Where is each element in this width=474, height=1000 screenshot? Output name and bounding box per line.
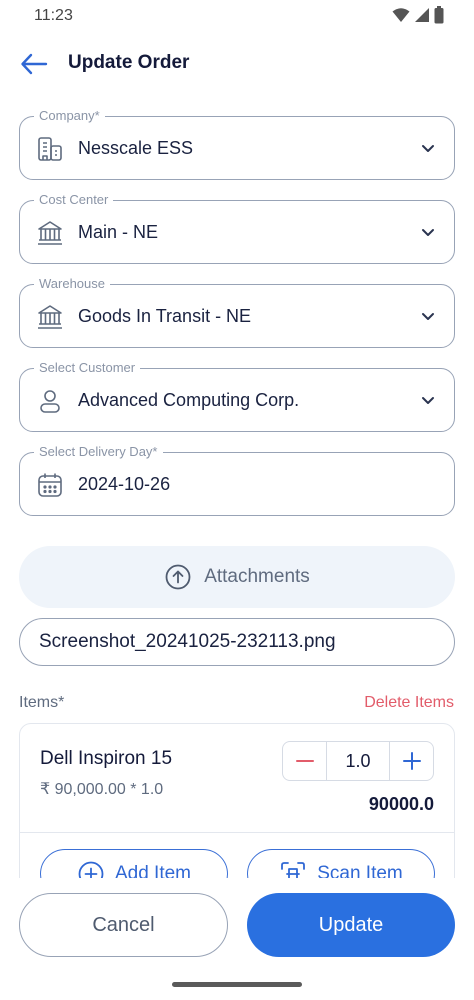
update-label: Update [318, 913, 384, 936]
attachment-file-name: Screenshot_20241025-232113.png [39, 631, 336, 652]
company-label: Company* [34, 108, 105, 123]
chevron-down-icon [422, 397, 434, 404]
chevron-down-icon [422, 313, 434, 320]
items-label: Items* [19, 694, 65, 711]
company-select[interactable]: Company* Nesscale ESS [19, 108, 455, 180]
cost-center-select[interactable]: Cost Center Main - NE [19, 192, 455, 264]
arrow-left-icon [21, 53, 48, 75]
cost-center-value: Main - NE [78, 222, 159, 242]
item-price: ₹ 90,000.00 * 1.0 [40, 781, 164, 798]
warehouse-select[interactable]: Warehouse Goods In Transit - NE [19, 276, 455, 348]
wifi-icon [392, 8, 410, 22]
customer-value: Advanced Computing Corp. [78, 390, 300, 410]
plus-icon [402, 752, 421, 770]
warehouse-value: Goods In Transit - NE [78, 306, 252, 326]
attachment-file[interactable]: Screenshot_20241025-232113.png [19, 618, 455, 666]
bank-icon [36, 219, 64, 247]
attachments-button[interactable]: Attachments [19, 546, 455, 608]
decrease-quantity-button[interactable] [283, 742, 327, 780]
home-indicator[interactable] [172, 982, 302, 987]
user-icon [36, 387, 64, 415]
delivery-day-input[interactable]: Select Delivery Day* 2024-10-26 [19, 444, 455, 516]
delivery-day-value: 2024-10-26 [78, 474, 171, 494]
calendar-icon [36, 471, 64, 499]
bottom-action-bar: Cancel Update [0, 878, 474, 1000]
bank-icon [36, 303, 64, 331]
cancel-button[interactable]: Cancel [19, 893, 228, 957]
status-time: 11:23 [34, 7, 73, 24]
item-name: Dell Inspiron 15 [40, 748, 173, 769]
customer-label: Select Customer [34, 360, 141, 375]
signal-icon [415, 8, 429, 22]
upload-circle-icon [165, 564, 191, 590]
update-button[interactable]: Update [247, 893, 455, 957]
delete-items-button[interactable]: Delete Items [364, 694, 454, 712]
status-bar: 11:23 [0, 0, 474, 32]
warehouse-label: Warehouse [34, 276, 110, 291]
chevron-down-icon [422, 229, 434, 236]
status-icons [392, 6, 444, 24]
company-value: Nesscale ESS [78, 138, 194, 158]
quantity-value[interactable]: 1.0 [327, 742, 389, 780]
minus-icon [295, 760, 314, 762]
cost-center-label: Cost Center [34, 192, 114, 207]
cancel-label: Cancel [92, 913, 155, 936]
page-title: Update Order [68, 52, 190, 73]
attachments-label: Attachments [204, 566, 310, 587]
delivery-day-label: Select Delivery Day* [34, 444, 163, 459]
increase-quantity-button[interactable] [389, 742, 433, 780]
items-card: Dell Inspiron 15 ₹ 90,000.00 * 1.0 1.0 9… [19, 723, 455, 903]
back-button[interactable] [18, 50, 50, 78]
customer-select[interactable]: Select Customer Advanced Computing Corp. [19, 360, 455, 432]
item-total: 90000.0 [368, 794, 434, 814]
divider [20, 832, 454, 833]
quantity-stepper: 1.0 [282, 741, 434, 781]
chevron-down-icon [422, 145, 434, 152]
building-icon [36, 135, 64, 163]
battery-icon [434, 6, 444, 24]
app-header: Update Order [0, 40, 474, 88]
